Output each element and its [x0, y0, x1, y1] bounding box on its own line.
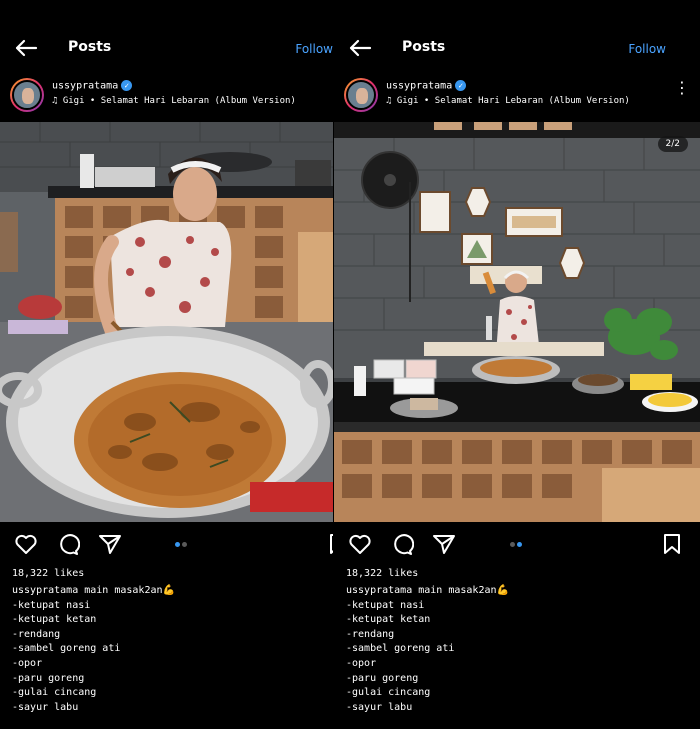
avatar[interactable] — [344, 78, 378, 112]
post-photo-cooking[interactable] — [0, 122, 333, 522]
bookmark-icon[interactable] — [326, 532, 333, 556]
music-track[interactable]: Gigi • Selamat Hari Lebaran (Album Versi… — [63, 96, 296, 106]
comment-icon[interactable] — [390, 532, 414, 556]
caption-line: -paru goreng — [12, 672, 85, 684]
caption-line: -gulai cincang — [346, 687, 431, 699]
caption-line: -sayur labu — [346, 701, 413, 713]
caption-line: -rendang — [12, 628, 61, 640]
top-bar: Posts Follow — [334, 30, 700, 66]
post-header: ussypratama ✓ ♫ Gigi • Selamat Hari Lebar… — [10, 78, 333, 114]
follow-button[interactable]: Follow — [628, 42, 666, 56]
music-row[interactable]: ♫ Gigi • Selamat Hari Lebaran (Album Ver… — [52, 96, 296, 106]
heart-icon[interactable] — [348, 532, 372, 556]
caption-line: -rendang — [346, 628, 395, 640]
caption: ussypratama main masak2an💪 -ketupat nasi… — [12, 584, 175, 715]
caption-line: -ketupat nasi — [12, 599, 91, 611]
slide-counter: 2/2 — [657, 136, 688, 152]
action-bar — [334, 532, 700, 558]
caption-line: -sambel goreng ati — [12, 643, 121, 655]
carousel-dot — [182, 542, 187, 547]
comment-icon[interactable] — [56, 532, 80, 556]
caption-line: -paru goreng — [346, 672, 419, 684]
caption-line: -ketupat nasi — [346, 599, 425, 611]
username[interactable]: ussypratama — [52, 81, 118, 92]
username-row[interactable]: ussypratama ✓ — [52, 80, 133, 92]
top-bar: Posts Follow — [0, 30, 333, 66]
verified-badge-icon: ✓ — [121, 80, 133, 91]
post-header: ussypratama ✓ ♫ Gigi • Selamat Hari Lebar… — [344, 78, 700, 114]
more-options-icon[interactable]: ⋮ — [674, 80, 690, 96]
post-panel-right: Posts Follow ussypratama ✓ ♫ Gigi • Selam… — [334, 0, 700, 729]
caption-line: -ketupat ketan — [346, 614, 431, 626]
share-icon[interactable] — [432, 532, 456, 556]
carousel-indicator — [175, 542, 189, 548]
likes-count[interactable]: 18,322 likes — [346, 568, 418, 579]
caption-line: -gulai cincang — [12, 687, 97, 699]
post-panel-left: Posts Follow ussypratama ✓ ♫ Gigi • Selam… — [0, 0, 333, 729]
bookmark-icon[interactable] — [660, 532, 684, 556]
caption-line: -sambel goreng ati — [346, 643, 455, 655]
music-row[interactable]: ♫ Gigi • Selamat Hari Lebaran (Album Ver… — [386, 96, 630, 106]
page-title: Posts — [68, 39, 112, 55]
music-track[interactable]: Gigi • Selamat Hari Lebaran (Album Versi… — [397, 96, 630, 106]
carousel-dot — [510, 542, 515, 547]
username-row[interactable]: ussypratama ✓ — [386, 80, 467, 92]
heart-icon[interactable] — [14, 532, 38, 556]
caption-head: ussypratama main masak2an💪 — [12, 585, 175, 596]
back-arrow-icon[interactable] — [348, 38, 372, 58]
caption-line: -ketupat ketan — [12, 614, 97, 626]
likes-count[interactable]: 18,322 likes — [12, 568, 84, 579]
carousel-dot-active — [517, 542, 522, 547]
music-note-icon: ♫ — [386, 96, 392, 106]
carousel-dot-active — [175, 542, 180, 547]
page-title: Posts — [402, 39, 446, 55]
caption: ussypratama main masak2an💪 -ketupat nasi… — [346, 584, 509, 715]
action-bar — [0, 532, 333, 558]
avatar[interactable] — [10, 78, 44, 112]
caption-head: ussypratama main masak2an💪 — [346, 585, 509, 596]
post-photo-kitchen[interactable]: 2/2 — [334, 122, 700, 522]
share-icon[interactable] — [98, 532, 122, 556]
back-arrow-icon[interactable] — [14, 38, 38, 58]
follow-button[interactable]: Follow — [295, 42, 333, 56]
caption-line: -opor — [346, 657, 377, 669]
caption-line: -opor — [12, 657, 43, 669]
verified-badge-icon: ✓ — [455, 80, 467, 91]
caption-line: -sayur labu — [12, 701, 79, 713]
username[interactable]: ussypratama — [386, 81, 452, 92]
carousel-indicator — [510, 542, 524, 548]
music-note-icon: ♫ — [52, 96, 58, 106]
